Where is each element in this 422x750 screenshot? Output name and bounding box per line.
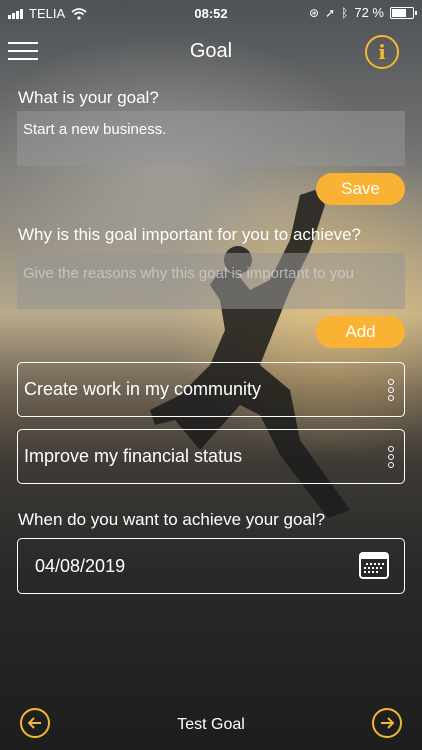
arrow-right-icon[interactable]: [372, 708, 402, 738]
date-question-label: When do you want to achieve your goal?: [18, 510, 326, 529]
footer-title: Test Goal: [177, 716, 245, 733]
goal-input[interactable]: Start a new business.: [17, 111, 405, 166]
page-title: Goal: [189, 40, 233, 62]
bluetooth-icon: ᛒ: [341, 5, 349, 20]
location-icon: ➚: [325, 5, 336, 20]
reason-item[interactable]: Improve my financial status: [17, 429, 405, 484]
date-field[interactable]: 04/08/2019: [17, 538, 405, 594]
battery-icon: [390, 6, 417, 19]
status-bar: TELIA 08:52 ⊛ ➚ ᛒ 72 %: [0, 0, 422, 26]
save-button[interactable]: Save: [316, 173, 405, 205]
reason-item-label: Create work in my community: [24, 379, 262, 399]
goal-question-label: What is your goal?: [18, 88, 159, 107]
more-vertical-icon[interactable]: [384, 378, 398, 401]
reason-item[interactable]: Create work in my community: [17, 362, 405, 417]
info-icon[interactable]: i: [365, 35, 399, 69]
date-value: 04/08/2019: [35, 556, 126, 576]
battery-percentage: 72 %: [354, 5, 384, 20]
reason-item-label: Improve my financial status: [24, 446, 243, 466]
add-button[interactable]: Add: [316, 316, 405, 348]
orientation-lock-icon: ⊛: [309, 5, 320, 20]
more-vertical-icon[interactable]: [384, 445, 398, 468]
reason-question-label: Why is this goal important for you to ac…: [18, 225, 361, 244]
calendar-icon[interactable]: [359, 551, 389, 579]
reason-input[interactable]: Give the reasons why this goal is import…: [17, 253, 405, 309]
